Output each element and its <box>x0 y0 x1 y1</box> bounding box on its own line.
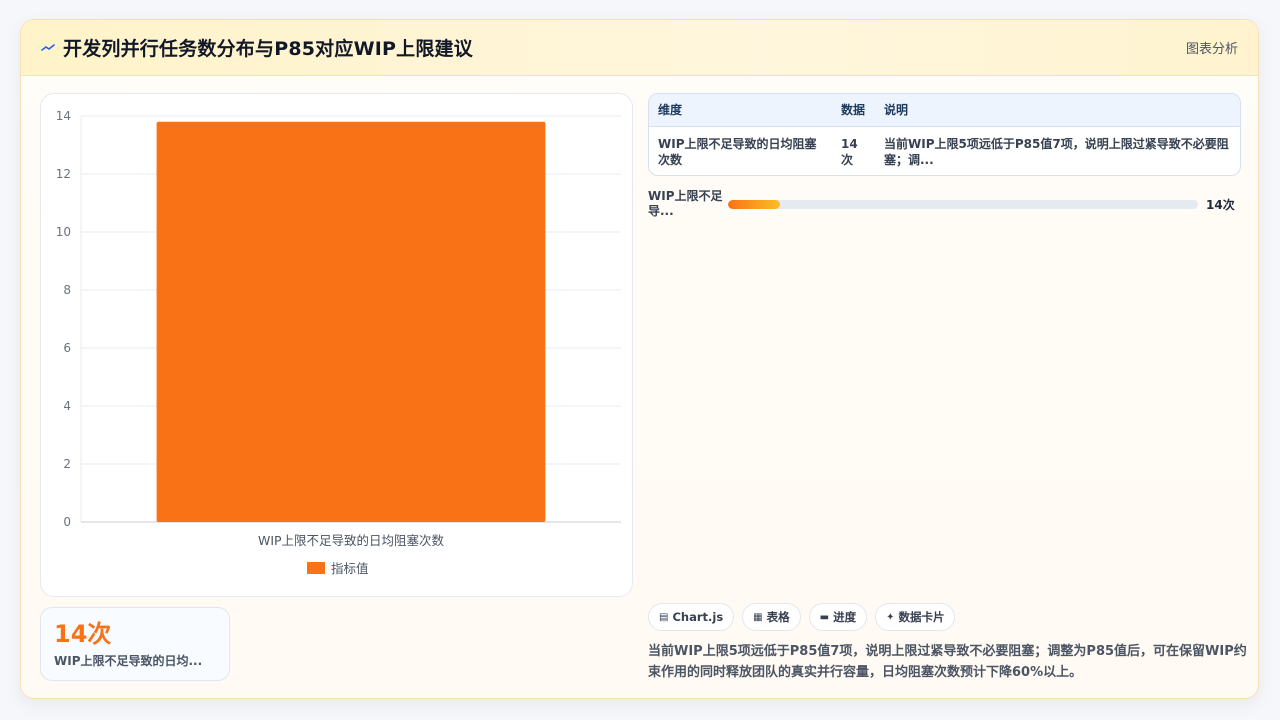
kpi-label: WIP上限不足导致的日均... <box>54 654 203 668</box>
chip-label: Chart.js <box>672 610 724 624</box>
progress-icon: ▬ <box>819 611 830 623</box>
y-tick-label: 4 <box>63 399 71 413</box>
y-tick-label: 2 <box>63 457 71 471</box>
y-tick-label: 8 <box>63 283 71 297</box>
kpi-card: 14次 WIP上限不足导致的日均... <box>40 607 230 681</box>
progress-fill <box>728 199 780 209</box>
cell-description: 当前WIP上限5项远低于P85值7项，说明上限过紧导致不必要阻塞；调... <box>884 136 1229 167</box>
y-tick-label: 12 <box>56 167 71 181</box>
column-header-dimension: 维度 <box>649 94 832 127</box>
analysis-card: 开发列并行任务数分布与P85对应WIP上限建议 图表分析 0 2 4 6 8 10 12 14… <box>20 19 1259 699</box>
card-header: 开发列并行任务数分布与P85对应WIP上限建议 图表分析 <box>21 20 1258 76</box>
cell-data: 14次 <box>841 136 858 167</box>
column-header-data: 数据 <box>832 94 875 127</box>
chip-data-card[interactable]: ✦ 数据卡片 <box>875 603 956 631</box>
chip-label: 数据卡片 <box>898 610 945 624</box>
table-icon: ▦ <box>753 611 763 623</box>
y-tick-label: 0 <box>63 515 71 529</box>
y-tick-label: 10 <box>56 225 71 239</box>
progress-track <box>728 199 1198 209</box>
trend-icon <box>41 41 55 55</box>
chip-chartjs[interactable]: ▤ Chart.js <box>648 603 735 631</box>
table-row: WIP上限不足导致的日均阻塞次数 14次 当前WIP上限5项远低于P85值7项，… <box>649 126 1240 175</box>
chip-label: 进度 <box>833 610 857 624</box>
summary-text: 当前WIP上限5项远低于P85值7项，说明上限过紧导致不必要阻塞；调整为P85值… <box>648 644 1247 680</box>
column-header-description: 说明 <box>875 94 1240 127</box>
chip-label: 表格 <box>766 610 790 624</box>
bar-chart: 0 2 4 6 8 10 12 14 WIP上限不足导致的日均阻塞次数 指标值 <box>40 93 633 597</box>
data-table: 维度 数据 说明 WIP上限不足导致的日均阻塞次数 14次 当前WIP上限5项远… <box>648 93 1241 176</box>
progress-row: WIP上限不足导... 14次 <box>648 187 1241 221</box>
y-tick-label: 14 <box>56 109 71 123</box>
table-header-row: 维度 数据 说明 <box>649 94 1240 127</box>
progress-value: 14次 <box>1206 197 1235 212</box>
view-chips: ▤ Chart.js ▦ 表格 ▬ 进度 ✦ 数据卡片 <box>648 603 956 631</box>
bar <box>156 121 546 523</box>
kpi-value: 14次 <box>54 620 112 648</box>
legend-swatch <box>307 562 325 574</box>
bar-chart-svg: 0 2 4 6 8 10 12 14 WIP上限不足导致的日均阻塞次数指标值 <box>56 109 621 576</box>
page-title: 开发列并行任务数分布与P85对应WIP上限建议 <box>63 38 473 60</box>
x-tick-label: WIP上限不足导致的日均阻塞次数 <box>258 533 445 548</box>
sparkle-icon: ✦ <box>886 611 895 623</box>
chart-analysis-label: 图表分析 <box>1185 42 1238 57</box>
legend-label: 指标值 <box>331 561 369 576</box>
chart-icon: ▤ <box>659 611 669 623</box>
chip-table[interactable]: ▦ 表格 <box>742 603 801 631</box>
y-tick-label: 6 <box>63 341 71 355</box>
chip-progress[interactable]: ▬ 进度 <box>808 603 868 631</box>
progress-label: WIP上限不足导... <box>648 189 723 218</box>
cell-dimension: WIP上限不足导致的日均阻塞次数 <box>658 136 817 167</box>
